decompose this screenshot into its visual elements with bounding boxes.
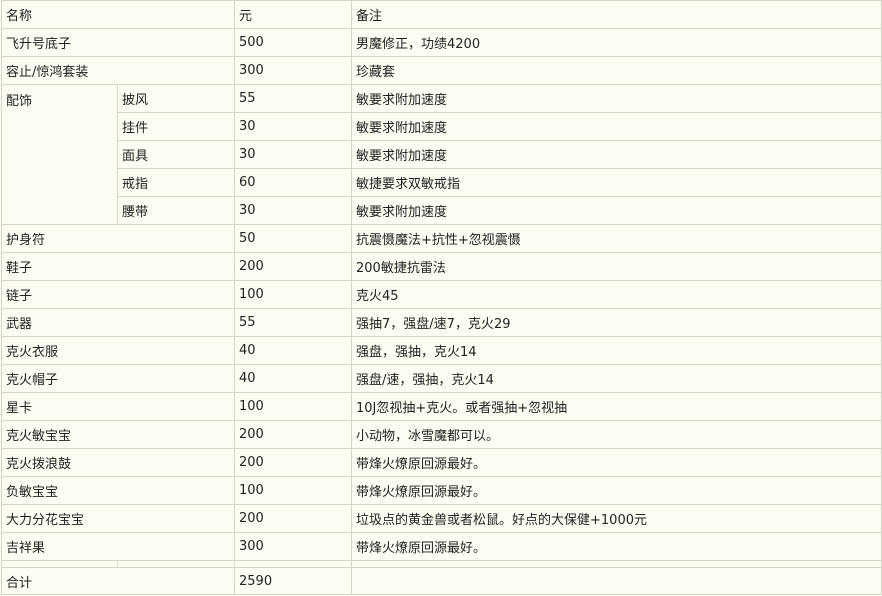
item-note: 10J忽视抽+克火。或者强抽+忽视抽 <box>351 392 882 421</box>
item-name: 负敏宝宝 <box>0 476 236 505</box>
table-row: 负敏宝宝 100 带烽火燎原回源最好。 <box>0 476 882 505</box>
item-price: 200 <box>234 504 353 533</box>
item-price: 55 <box>234 84 353 113</box>
item-price: 55 <box>234 308 353 337</box>
item-note: 敏要求附加速度 <box>351 112 882 141</box>
item-price: 300 <box>234 56 353 85</box>
total-label: 合计 <box>0 567 236 595</box>
table-row: 挂件 30 敏要求附加速度 <box>2 112 882 141</box>
table-row: 克火帽子 40 强盘/速，强抽，克火14 <box>0 364 882 393</box>
item-name: 武器 <box>0 308 236 337</box>
item-note: 男魔修正，功绩4200 <box>351 28 882 57</box>
empty-cell <box>234 560 353 568</box>
item-note: 敏要求附加速度 <box>351 84 882 113</box>
item-note: 敏捷要求双敏戒指 <box>351 168 882 197</box>
table-row: 面具 30 敏要求附加速度 <box>2 140 882 169</box>
table-row: 武器 55 强抽7，强盘/速7，克火29 <box>0 308 882 337</box>
item-name: 星卡 <box>0 392 236 421</box>
table-header-row: 名称 元 备注 <box>0 0 882 29</box>
item-note: 珍藏套 <box>351 56 882 85</box>
table-row: 大力分花宝宝 200 垃圾点的黄金兽或者松鼠。好点的大保健+1000元 <box>0 504 882 533</box>
total-price: 2590 <box>234 567 353 595</box>
accessory-name: 挂件 <box>116 112 236 141</box>
table-row: 星卡 100 10J忽视抽+克火。或者强抽+忽视抽 <box>0 392 882 421</box>
accessory-name: 披风 <box>116 84 236 113</box>
item-note: 小动物，冰雪魔都可以。 <box>351 420 882 449</box>
item-price: 100 <box>234 476 353 505</box>
table-row: 克火衣服 40 强盘，强抽，克火14 <box>0 336 882 365</box>
item-price: 200 <box>234 252 353 281</box>
table-row: 护身符 50 抗震慑魔法+抗性+忽视震慑 <box>0 224 882 253</box>
table-row: 腰带 30 敏要求附加速度 <box>2 196 882 225</box>
item-note: 强盘/速，强抽，克火14 <box>351 364 882 393</box>
accessory-name: 腰带 <box>116 196 236 225</box>
item-note: 克火45 <box>351 280 882 309</box>
total-note <box>351 567 882 595</box>
item-note: 敏要求附加速度 <box>351 140 882 169</box>
item-price: 100 <box>234 280 353 309</box>
item-note: 抗震慑魔法+抗性+忽视震慑 <box>351 224 882 253</box>
item-price: 50 <box>234 224 353 253</box>
table-row: 飞升号底子 500 男魔修正，功绩4200 <box>0 28 882 57</box>
header-note: 备注 <box>351 0 882 29</box>
item-price: 300 <box>234 532 353 561</box>
item-note: 强抽7，强盘/速7，克火29 <box>351 308 882 337</box>
empty-row <box>1 560 882 568</box>
item-note: 带烽火燎原回源最好。 <box>351 448 882 477</box>
table-row: 链子 100 克火45 <box>0 280 882 309</box>
price-table: 名称 元 备注 飞升号底子 500 男魔修正，功绩4200 容止/惊鸿套装 30… <box>0 0 882 595</box>
table-row: 鞋子 200 200敏捷抗雷法 <box>0 252 882 281</box>
item-note: 强盘，强抽，克火14 <box>351 336 882 365</box>
empty-cell <box>351 560 882 568</box>
total-row: 合计 2590 <box>0 567 882 595</box>
header-name: 名称 <box>0 0 236 29</box>
item-name: 链子 <box>0 280 236 309</box>
table-row: 容止/惊鸿套装 300 珍藏套 <box>0 56 882 85</box>
accessory-name: 戒指 <box>116 168 236 197</box>
item-name: 护身符 <box>0 224 236 253</box>
table-row: 吉祥果 300 带烽火燎原回源最好。 <box>0 532 882 561</box>
item-name: 飞升号底子 <box>0 28 236 57</box>
item-price: 40 <box>234 336 353 365</box>
accessory-name: 面具 <box>116 140 236 169</box>
item-price: 100 <box>234 392 353 421</box>
item-price: 30 <box>234 112 353 141</box>
accessories-group-label: 配饰 <box>1 84 118 225</box>
item-note: 垃圾点的黄金兽或者松鼠。好点的大保健+1000元 <box>351 504 882 533</box>
table-row: 克火敏宝宝 200 小动物，冰雪魔都可以。 <box>0 420 882 449</box>
empty-cell <box>116 560 236 568</box>
item-price: 60 <box>234 168 353 197</box>
item-note: 带烽火燎原回源最好。 <box>351 532 882 561</box>
item-name: 克火敏宝宝 <box>0 420 236 449</box>
item-price: 200 <box>234 420 353 449</box>
item-name: 鞋子 <box>0 252 236 281</box>
item-name: 大力分花宝宝 <box>0 504 236 533</box>
item-price: 200 <box>234 448 353 477</box>
table-row: 配饰 披风 55 敏要求附加速度 <box>1 84 882 225</box>
item-price: 500 <box>234 28 353 57</box>
item-price: 30 <box>234 196 353 225</box>
table-row: 戒指 60 敏捷要求双敏戒指 <box>2 168 882 197</box>
item-note: 敏要求附加速度 <box>351 196 882 225</box>
item-name: 克火衣服 <box>0 336 236 365</box>
item-note: 带烽火燎原回源最好。 <box>351 476 882 505</box>
item-price: 30 <box>234 140 353 169</box>
item-price: 40 <box>234 364 353 393</box>
item-note: 200敏捷抗雷法 <box>351 252 882 281</box>
table-row: 克火拨浪鼓 200 带烽火燎原回源最好。 <box>0 448 882 477</box>
item-name: 吉祥果 <box>0 532 236 561</box>
empty-cell <box>1 560 118 568</box>
item-name: 克火帽子 <box>0 364 236 393</box>
item-name: 克火拨浪鼓 <box>0 448 236 477</box>
header-price: 元 <box>234 0 353 29</box>
item-name: 容止/惊鸿套装 <box>0 56 236 85</box>
